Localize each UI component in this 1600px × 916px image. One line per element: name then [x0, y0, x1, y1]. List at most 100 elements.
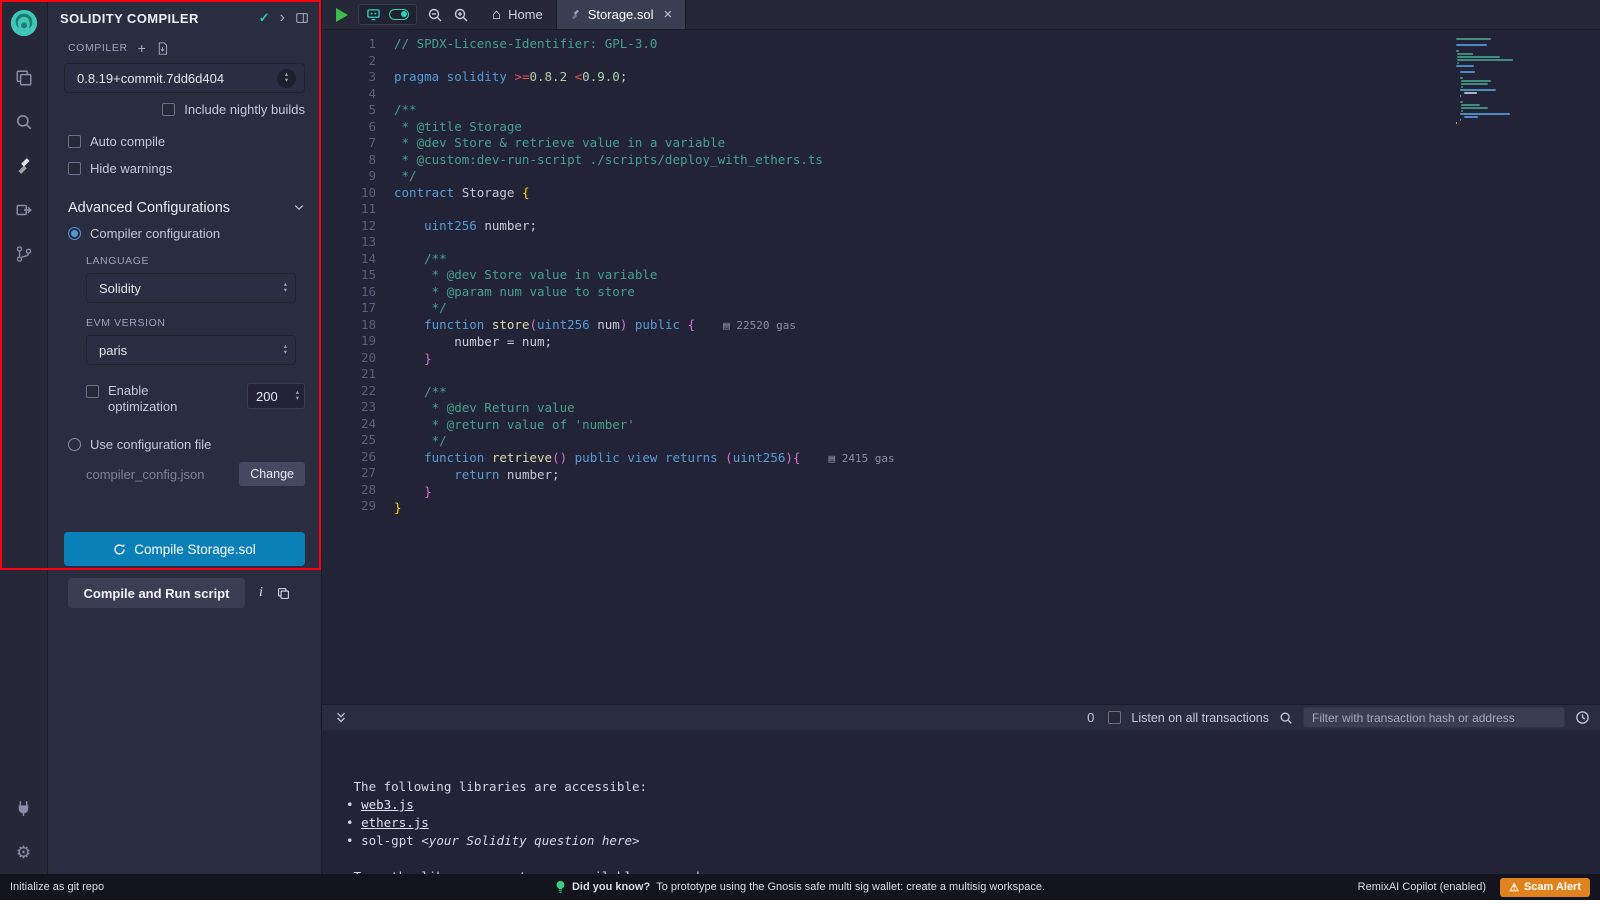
add-compiler-icon[interactable]: +: [138, 41, 146, 55]
line-number: 9: [322, 168, 376, 185]
minimap-line: [1456, 44, 1487, 46]
remix-logo[interactable]: [9, 8, 39, 38]
change-config-button[interactable]: Change: [239, 462, 305, 486]
ai-assistant-icon[interactable]: [366, 8, 381, 21]
compile-button-label: Compile Storage.sol: [134, 542, 256, 557]
tab-bar: ⌂ Home Storage.sol ×: [322, 0, 1600, 30]
tab-storage-sol[interactable]: Storage.sol ×: [556, 0, 687, 29]
copy-icon[interactable]: [277, 587, 290, 600]
solidity-compiler-icon[interactable]: [12, 154, 36, 178]
line-number: 18: [322, 317, 376, 334]
minimap-line: [1460, 101, 1463, 103]
status-bar: Initialize as git repo Did you know? To …: [0, 874, 1600, 900]
code-line: */: [394, 433, 1600, 450]
include-nightly-checkbox[interactable]: [162, 103, 175, 116]
line-number: 16: [322, 284, 376, 301]
deploy-run-icon[interactable]: [12, 198, 36, 222]
minimap[interactable]: [1456, 38, 1540, 125]
compiler-section-label: COMPILER: [68, 42, 128, 54]
minimap-line: [1460, 119, 1461, 121]
code-line: * @param num value to store: [394, 284, 1600, 301]
icon-rail-bottom: ⚙: [12, 796, 36, 864]
compile-and-run-button[interactable]: Compile and Run script: [68, 578, 245, 608]
auto-compile-checkbox[interactable]: [68, 135, 81, 148]
code-editor[interactable]: 1234567891011121314151617181920212223242…: [322, 30, 1600, 704]
terminal-search-icon[interactable]: [1279, 711, 1293, 725]
window-bottom-strip: [0, 900, 1600, 916]
listen-transactions-checkbox[interactable]: [1108, 711, 1121, 724]
transaction-filter-input[interactable]: [1303, 707, 1565, 728]
evm-version-select[interactable]: paris ▴▾: [86, 335, 296, 365]
refresh-icon: [113, 543, 126, 556]
run-script-play-button[interactable]: [336, 8, 348, 22]
terminal-library-link[interactable]: web3.js: [361, 797, 414, 812]
pin-panel-icon[interactable]: [295, 11, 309, 25]
enable-optimization-checkbox[interactable]: [86, 385, 99, 398]
code-line: pragma solidity >=0.8.2 <0.9.0;: [394, 69, 1600, 86]
evm-version-label: EVM VERSION: [86, 303, 305, 335]
line-number: 24: [322, 416, 376, 433]
advanced-configurations-header[interactable]: Advanced Configurations: [48, 176, 321, 226]
panel-title: SOLIDITY COMPILER: [60, 11, 249, 26]
enable-optimization-label: Enable optimization: [108, 383, 200, 415]
search-icon[interactable]: [12, 110, 36, 134]
minimap-line: [1457, 62, 1459, 64]
hide-warnings-row: Hide warnings: [48, 161, 321, 176]
language-caret-icon: ▴▾: [284, 282, 287, 294]
hide-warnings-checkbox[interactable]: [68, 162, 81, 175]
code-line: uint256 number;: [394, 218, 1600, 235]
git-icon[interactable]: [12, 242, 36, 266]
code-line: }: [394, 500, 1600, 517]
line-number: 22: [322, 383, 376, 400]
compile-button[interactable]: Compile Storage.sol: [64, 532, 305, 566]
code-line: [394, 367, 1600, 384]
line-number: 3: [322, 69, 376, 86]
info-icon[interactable]: i: [259, 585, 263, 601]
import-compiler-icon[interactable]: [156, 42, 169, 55]
line-number: 21: [322, 366, 376, 383]
compiler-configuration-radio[interactable]: [68, 227, 81, 240]
settings-icon[interactable]: ⚙: [12, 840, 36, 864]
terminal-library-link[interactable]: ethers.js: [361, 815, 429, 830]
line-number: 26: [322, 449, 376, 466]
gas-estimate-badge: ▤ 2415 gas: [828, 452, 894, 465]
init-git-repo-button[interactable]: Initialize as git repo: [10, 881, 104, 893]
copilot-toggle[interactable]: [389, 9, 409, 20]
code-line: * @title Storage: [394, 119, 1600, 136]
language-select[interactable]: Solidity ▴▾: [86, 273, 296, 303]
compiler-configuration-label: Compiler configuration: [90, 226, 220, 241]
use-config-file-radio[interactable]: [68, 438, 81, 451]
terminal-line: • ethers.js: [332, 814, 1600, 832]
code-line: * @dev Store value in variable: [394, 267, 1600, 284]
chevron-right-icon[interactable]: ›: [280, 9, 285, 27]
zoom-in-icon[interactable]: [453, 7, 469, 23]
config-file-row: compiler_config.json Change: [48, 452, 321, 486]
lightbulb-icon: [555, 880, 566, 894]
zoom-out-icon[interactable]: [427, 7, 443, 23]
clock-icon[interactable]: [1575, 710, 1590, 725]
line-number: 2: [322, 53, 376, 70]
tab-close-icon[interactable]: ×: [664, 6, 673, 23]
tab-home[interactable]: ⌂ Home: [479, 0, 556, 29]
version-spinner-icon[interactable]: ▴▾: [277, 69, 296, 88]
home-icon: ⌂: [492, 6, 501, 23]
runs-stepper-icon[interactable]: ▴▾: [296, 390, 299, 402]
code-line: [394, 86, 1600, 103]
scam-alert-button[interactable]: ⚠ Scam Alert: [1500, 878, 1590, 897]
advanced-configurations-title: Advanced Configurations: [68, 200, 230, 216]
config-file-name: compiler_config.json: [86, 467, 205, 482]
optimization-runs-input[interactable]: [256, 389, 286, 404]
terminal[interactable]: The following libraries are accessible:•…: [322, 730, 1600, 874]
minimap-line: [1456, 38, 1491, 40]
terminal-collapse-icon[interactable]: [334, 711, 348, 725]
minimap-line: [1461, 110, 1463, 112]
compiler-version-select[interactable]: 0.8.19+commit.7dd6d404 ▴▾: [64, 63, 305, 93]
line-number: 13: [322, 234, 376, 251]
line-number: 1: [322, 36, 376, 53]
code-line: /**: [394, 384, 1600, 401]
file-explorer-icon[interactable]: [12, 66, 36, 90]
minimap-line: [1460, 89, 1496, 91]
plugin-manager-icon[interactable]: [12, 796, 36, 820]
code-line: /**: [394, 102, 1600, 119]
copilot-status: RemixAI Copilot (enabled): [1358, 881, 1486, 893]
